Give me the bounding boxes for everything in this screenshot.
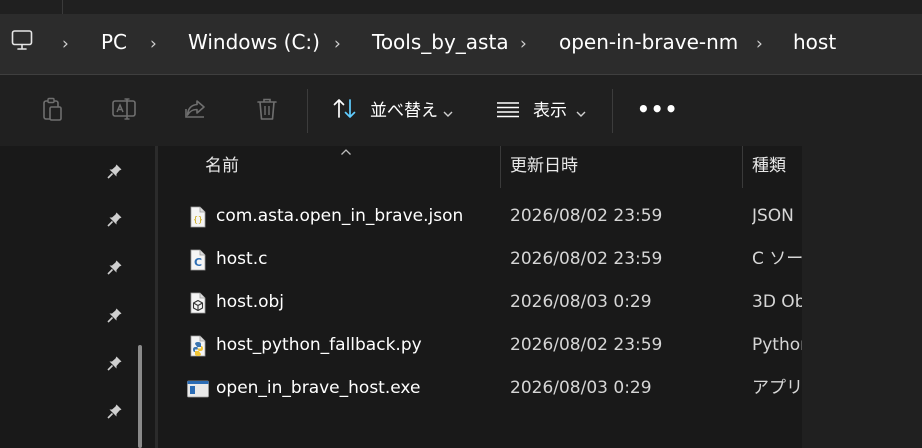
pin-icon[interactable] [106, 259, 123, 280]
sort-ascending-icon [340, 141, 352, 160]
c-source-file-icon: C [186, 248, 210, 272]
file-name: com.asta.open_in_brave.json [216, 206, 464, 226]
column-header-type[interactable]: 種類 [752, 156, 786, 176]
view-lines-icon [494, 95, 522, 127]
pin-icon[interactable] [106, 307, 123, 328]
view-button[interactable] [493, 96, 523, 126]
paste-button[interactable] [37, 96, 67, 126]
toolbar-divider [612, 89, 613, 133]
delete-icon [254, 96, 280, 126]
file-row[interactable]: C host.c 2026/08/02 23:59 C ソース [158, 240, 802, 283]
details-pane [802, 146, 922, 448]
chevron-right-icon[interactable]: › [756, 36, 763, 53]
file-date: 2026/08/02 23:59 [510, 249, 663, 269]
file-date: 2026/08/03 0:29 [510, 378, 652, 398]
chevron-down-icon[interactable] [576, 103, 586, 122]
file-type: C ソース [752, 249, 802, 269]
breadcrumb-item-tools-by-asta[interactable]: Tools_by_asta [372, 30, 509, 54]
column-divider[interactable] [500, 146, 501, 188]
file-type: JSON [752, 206, 794, 226]
rename-icon [111, 96, 137, 126]
sort-button[interactable] [330, 96, 360, 126]
file-name: host.c [216, 249, 268, 269]
file-type: アプリケ [752, 378, 802, 398]
toolbar-divider [307, 89, 308, 133]
view-label[interactable]: 表示 [533, 101, 567, 121]
file-name: open_in_brave_host.exe [216, 378, 421, 398]
chevron-down-icon[interactable] [443, 103, 453, 122]
pin-icon[interactable] [106, 403, 123, 424]
file-row[interactable]: host_python_fallback.py 2026/08/02 23:59… [158, 326, 802, 369]
share-button[interactable] [181, 96, 211, 126]
file-row[interactable]: open_in_brave_host.exe 2026/08/03 0:29 ア… [158, 369, 802, 412]
navigation-pane [0, 146, 155, 448]
share-icon [183, 96, 209, 126]
nav-scrollbar[interactable] [138, 345, 142, 448]
title-strip [0, 0, 922, 14]
pin-icon[interactable] [106, 355, 123, 376]
python-file-icon [186, 334, 210, 358]
json-file-icon: {} [186, 205, 210, 229]
breadcrumb-item-host[interactable]: host [793, 30, 836, 54]
file-date: 2026/08/02 23:59 [510, 206, 663, 226]
sort-arrows-icon [331, 95, 359, 127]
column-header-date[interactable]: 更新日時 [510, 156, 578, 176]
tab-edge [62, 0, 63, 14]
file-type: Python [752, 335, 802, 355]
more-options-button[interactable]: ••• [637, 97, 678, 121]
file-date: 2026/08/02 23:59 [510, 335, 663, 355]
chevron-right-icon[interactable]: › [334, 36, 341, 53]
breadcrumb-item-pc[interactable]: PC [101, 30, 127, 54]
file-row[interactable]: host.obj 2026/08/03 0:29 3D Obj [158, 283, 802, 326]
column-divider[interactable] [742, 146, 743, 188]
file-list: 名前 更新日時 種類 {} com.asta.open_in_brave.jso… [158, 146, 802, 448]
chevron-right-icon[interactable]: › [150, 36, 157, 53]
pin-icon[interactable] [106, 163, 123, 184]
file-row[interactable]: {} com.asta.open_in_brave.json 2026/08/0… [158, 197, 802, 240]
breadcrumb-item-open-in-brave-nm[interactable]: open-in-brave-nm [559, 30, 738, 54]
pin-icon[interactable] [106, 211, 123, 232]
3d-object-file-icon [186, 291, 210, 315]
paste-icon [39, 96, 65, 126]
file-date: 2026/08/03 0:29 [510, 292, 652, 312]
breadcrumb[interactable]: › PC › Windows (C:) › Tools_by_asta › op… [0, 14, 922, 75]
svg-text:C: C [194, 256, 202, 269]
chevron-right-icon[interactable]: › [520, 36, 527, 53]
chevron-right-icon[interactable]: › [62, 36, 69, 53]
command-bar: 並べ替え 表示 ••• [0, 75, 922, 147]
pc-monitor-icon[interactable] [11, 29, 33, 55]
breadcrumb-item-windows-c[interactable]: Windows (C:) [188, 30, 320, 54]
exe-file-icon [186, 377, 210, 401]
svg-text:{}: {} [193, 215, 203, 224]
delete-button[interactable] [252, 96, 282, 126]
rename-button[interactable] [109, 96, 139, 126]
sort-label[interactable]: 並べ替え [370, 101, 438, 121]
column-header-name[interactable]: 名前 [205, 156, 239, 176]
file-name: host.obj [216, 292, 285, 312]
file-name: host_python_fallback.py [216, 335, 422, 355]
file-type: 3D Obj [752, 292, 802, 312]
